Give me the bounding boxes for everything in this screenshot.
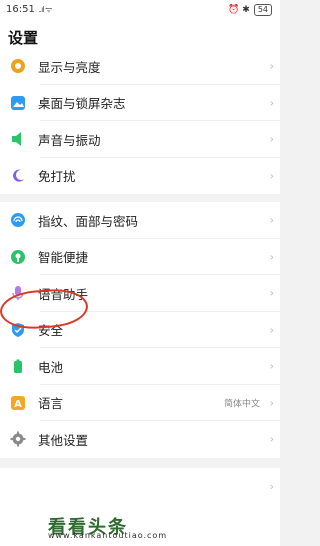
signal-icon: ..ıl ᯤ: [38, 5, 52, 14]
settings-item-label: 显示与亮度: [38, 59, 101, 75]
settings-item-label: 电池: [38, 359, 64, 375]
chevron-right-icon: ›: [269, 480, 274, 493]
settings-item-voice-assistant[interactable]: 语音助手 ›: [0, 275, 280, 312]
chevron-right-icon: ›: [269, 359, 274, 373]
chevron-right-icon: ›: [269, 396, 274, 410]
page-title: 设置: [8, 29, 39, 47]
settings-item-display[interactable]: 显示与亮度 ›: [0, 48, 280, 85]
brightness-icon: [10, 58, 26, 74]
settings-item-label: 语音助手: [38, 286, 89, 302]
settings-section-2: 指纹、面部与密码 › 智能便捷 › 语音助手 › 安全 › 电池 › A 语言 …: [0, 202, 280, 458]
settings-item-fingerprint[interactable]: 指纹、面部与密码 ›: [0, 202, 280, 239]
moon-icon: [10, 168, 26, 184]
watermark: 看看头条 www.kankantoutiao.com: [48, 517, 248, 545]
wallpaper-icon: [10, 95, 26, 111]
microphone-icon: [10, 285, 26, 301]
settings-item-label: 智能便捷: [38, 250, 89, 266]
fingerprint-icon: [10, 212, 26, 228]
chevron-right-icon: ›: [269, 323, 274, 337]
language-value: 简体中文: [223, 399, 260, 410]
battery-level: 54: [253, 4, 272, 16]
settings-item-label: 指纹、面部与密码: [38, 213, 139, 229]
svg-text:A: A: [14, 399, 22, 410]
alarm-bluetooth-icon: ⏰ ✱: [228, 5, 250, 15]
settings-item-dnd[interactable]: 免打扰 ›: [0, 158, 280, 195]
gear-icon: [10, 431, 26, 447]
chevron-right-icon: ›: [269, 169, 274, 183]
settings-section-1: 显示与亮度 › 桌面与锁屏杂志 › 声音与振动 › 免打扰 ›: [0, 48, 280, 194]
watermark-url: www.kankantoutiao.com: [48, 531, 168, 540]
shield-icon: [10, 322, 26, 338]
settings-item-sound[interactable]: 声音与振动 ›: [0, 121, 280, 158]
status-bar: 16:51 ..ıl ᯤ ⏰ ✱ 54: [0, 0, 280, 20]
status-time: 16:51: [6, 4, 35, 15]
settings-item-label: 语言: [38, 396, 64, 412]
speaker-icon: [10, 131, 26, 147]
settings-item-label: 安全: [38, 323, 64, 339]
settings-item-language[interactable]: A 语言 简体中文 ›: [0, 385, 280, 421]
smart-icon: [10, 249, 26, 265]
chevron-right-icon: ›: [269, 213, 274, 227]
battery-icon: [10, 358, 26, 374]
settings-item-battery[interactable]: 电池 ›: [0, 348, 280, 385]
chevron-right-icon: ›: [269, 250, 274, 264]
settings-item-label: 桌面与锁屏杂志: [38, 96, 126, 112]
chevron-right-icon: ›: [269, 286, 274, 300]
settings-item-smart[interactable]: 智能便捷 ›: [0, 239, 280, 275]
chevron-right-icon: ›: [269, 132, 274, 146]
settings-item-security[interactable]: 安全 ›: [0, 312, 280, 348]
settings-item-label: 免打扰: [38, 169, 76, 185]
chevron-right-icon: ›: [269, 59, 274, 73]
status-right: ⏰ ✱ 54: [228, 4, 272, 16]
settings-item-wallpaper[interactable]: 桌面与锁屏杂志 ›: [0, 85, 280, 121]
settings-item-label: 其他设置: [38, 432, 89, 448]
settings-item-label: 声音与振动: [38, 132, 101, 148]
chevron-right-icon: ›: [269, 432, 274, 446]
page-header: 设置: [0, 20, 280, 48]
language-icon: A: [10, 395, 26, 411]
settings-item-other[interactable]: 其他设置 ›: [0, 421, 280, 458]
chevron-right-icon: ›: [269, 96, 274, 110]
